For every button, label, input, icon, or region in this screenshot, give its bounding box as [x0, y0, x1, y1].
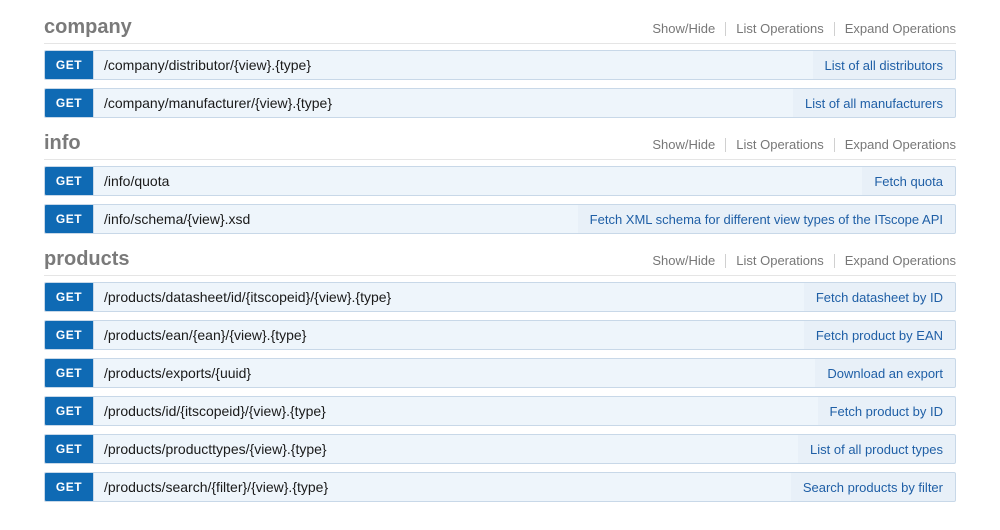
operation-description[interactable]: List of all manufacturers	[793, 89, 955, 117]
expand-operations-link[interactable]: Expand Operations	[845, 21, 956, 36]
operation-path[interactable]: /info/schema/{view}.xsd	[93, 205, 578, 233]
http-method-badge[interactable]: GET	[45, 167, 93, 195]
http-method-badge[interactable]: GET	[45, 205, 93, 233]
show-hide-link[interactable]: Show/Hide	[652, 253, 715, 268]
section-products: products Show/Hide List Operations Expand O…	[44, 242, 956, 502]
section-actions: Show/Hide List Operations Expand Operation…	[652, 137, 956, 152]
section-header: company Show/Hide List Operations Expand Op…	[44, 10, 956, 44]
operation-description[interactable]: Fetch datasheet by ID	[804, 283, 955, 311]
operation-path[interactable]: /info/quota	[93, 167, 862, 195]
list-operations-link[interactable]: List Operations	[736, 21, 823, 36]
operation-row[interactable]: GET/products/exports/{uuid}Download an e…	[44, 358, 956, 388]
section-header: info Show/Hide List Operations Expand Opera…	[44, 126, 956, 160]
section-title[interactable]: products	[44, 248, 130, 271]
separator	[834, 254, 835, 268]
operation-description[interactable]: Fetch XML schema for different view type…	[578, 205, 955, 233]
operation-description[interactable]: List of all distributors	[813, 51, 956, 79]
separator	[725, 254, 726, 268]
operation-row[interactable]: GET/products/ean/{ean}/{view}.{type}Fetc…	[44, 320, 956, 350]
operation-description[interactable]: Search products by filter	[791, 473, 955, 501]
section-actions: Show/Hide List Operations Expand Operation…	[652, 21, 956, 36]
section-title[interactable]: company	[44, 16, 132, 39]
http-method-badge[interactable]: GET	[45, 435, 93, 463]
section-title[interactable]: info	[44, 132, 81, 155]
http-method-badge[interactable]: GET	[45, 397, 93, 425]
section-actions: Show/Hide List Operations Expand Operation…	[652, 253, 956, 268]
operation-row[interactable]: GET/products/search/{filter}/{view}.{typ…	[44, 472, 956, 502]
operation-description[interactable]: Fetch product by EAN	[804, 321, 955, 349]
expand-operations-link[interactable]: Expand Operations	[845, 253, 956, 268]
show-hide-link[interactable]: Show/Hide	[652, 137, 715, 152]
http-method-badge[interactable]: GET	[45, 283, 93, 311]
operation-row[interactable]: GET/company/manufacturer/{view}.{type}Li…	[44, 88, 956, 118]
separator	[834, 138, 835, 152]
http-method-badge[interactable]: GET	[45, 51, 93, 79]
http-method-badge[interactable]: GET	[45, 89, 93, 117]
section-header: products Show/Hide List Operations Expand O…	[44, 242, 956, 276]
operation-path[interactable]: /company/manufacturer/{view}.{type}	[93, 89, 793, 117]
separator	[725, 138, 726, 152]
list-operations-link[interactable]: List Operations	[736, 253, 823, 268]
operation-description[interactable]: Fetch quota	[862, 167, 955, 195]
operation-path[interactable]: /company/distributor/{view}.{type}	[93, 51, 813, 79]
separator	[725, 22, 726, 36]
operation-path[interactable]: /products/ean/{ean}/{view}.{type}	[93, 321, 804, 349]
operation-row[interactable]: GET/info/quotaFetch quota	[44, 166, 956, 196]
operation-path[interactable]: /products/producttypes/{view}.{type}	[93, 435, 798, 463]
operation-description[interactable]: Fetch product by ID	[818, 397, 955, 425]
operation-row[interactable]: GET/info/schema/{view}.xsdFetch XML sche…	[44, 204, 956, 234]
separator	[834, 22, 835, 36]
http-method-badge[interactable]: GET	[45, 473, 93, 501]
operation-row[interactable]: GET/products/producttypes/{view}.{type}L…	[44, 434, 956, 464]
section-info: info Show/Hide List Operations Expand Opera…	[44, 126, 956, 234]
operation-row[interactable]: GET/products/datasheet/id/{itscopeid}/{v…	[44, 282, 956, 312]
operation-description[interactable]: List of all product types	[798, 435, 955, 463]
operation-path[interactable]: /products/search/{filter}/{view}.{type}	[93, 473, 791, 501]
operation-row[interactable]: GET/products/id/{itscopeid}/{view}.{type…	[44, 396, 956, 426]
operation-path[interactable]: /products/exports/{uuid}	[93, 359, 815, 387]
http-method-badge[interactable]: GET	[45, 359, 93, 387]
section-company: company Show/Hide List Operations Expand Op…	[44, 10, 956, 118]
operation-row[interactable]: GET/company/distributor/{view}.{type}Lis…	[44, 50, 956, 80]
expand-operations-link[interactable]: Expand Operations	[845, 137, 956, 152]
http-method-badge[interactable]: GET	[45, 321, 93, 349]
operation-path[interactable]: /products/id/{itscopeid}/{view}.{type}	[93, 397, 818, 425]
show-hide-link[interactable]: Show/Hide	[652, 21, 715, 36]
operation-description[interactable]: Download an export	[815, 359, 955, 387]
operation-path[interactable]: /products/datasheet/id/{itscopeid}/{view…	[93, 283, 804, 311]
list-operations-link[interactable]: List Operations	[736, 137, 823, 152]
api-docs-root: company Show/Hide List Operations Expand Op…	[44, 10, 956, 502]
